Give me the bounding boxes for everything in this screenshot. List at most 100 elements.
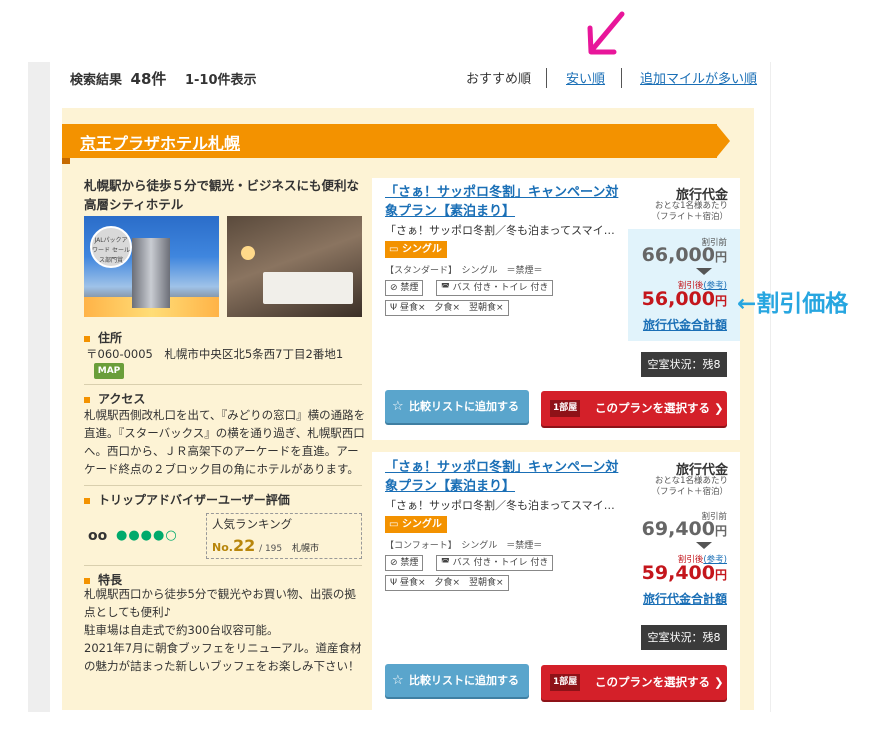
- amenity-label: バス 付き・トイレ 付き: [452, 558, 549, 568]
- hotel-band-tip: [716, 124, 730, 158]
- room-meta: 【コンフォート】 シングル ＝禁煙＝: [385, 541, 543, 551]
- access-title: アクセス: [84, 390, 145, 407]
- select-plan-button[interactable]: 1部屋 このプランを選択する ❯: [541, 391, 727, 426]
- vacancy-status: 空室状況：残8: [641, 352, 727, 377]
- ranking-prefix: No.: [212, 541, 233, 554]
- ranking-number: No.22 / 195 札幌市: [212, 536, 319, 555]
- hotel-tagline: 札幌駅から徒歩５分で観光・ビジネスにも便利な高層シティホテル: [84, 178, 360, 212]
- sort-divider: [621, 68, 622, 88]
- rooms-badge: 1部屋: [550, 674, 581, 691]
- select-plan-button[interactable]: 1部屋 このプランを選択する ❯: [541, 665, 727, 700]
- before-price-value: 66,000: [641, 244, 715, 266]
- meals-label: 昼食× 夕食× 翌朝食×: [399, 303, 504, 313]
- tripadvisor-title: トリップアドバイザーユーザー評価: [84, 491, 290, 508]
- price-sub-2: （フライト＋宿泊）: [651, 212, 728, 222]
- amenity-no-smoking: ⊘ 禁煙: [385, 555, 424, 571]
- price-sub-2: （フライト＋宿泊）: [651, 487, 728, 497]
- yen-unit: 円: [714, 250, 727, 264]
- amenity-meals: Ψ 昼食× 夕食× 翌朝食×: [385, 300, 509, 316]
- hotel-room-photo[interactable]: [227, 216, 362, 317]
- meal-icon: Ψ: [390, 578, 400, 588]
- total-price-link[interactable]: 旅行代金合計額: [628, 316, 727, 333]
- before-price-value: 69,400: [641, 518, 715, 540]
- hotel-features: 札幌駅西口から徒歩5分で観光やお買い物、出張の拠点としても便利♪ 駐車場は自走式…: [84, 585, 366, 675]
- hotel-address: 〒060-0005 札幌市中央区北5条西7丁目2番地1: [86, 347, 344, 361]
- hotel-name-link[interactable]: 京王プラザホテル札幌: [80, 130, 240, 154]
- sort-cheapest-link[interactable]: 安い順: [566, 68, 605, 87]
- add-to-compare-button[interactable]: ☆ 比較リストに追加する: [385, 664, 529, 697]
- ranking-city: 札幌市: [291, 544, 319, 554]
- rooms-badge: 1部屋: [550, 400, 581, 417]
- vacancy-status: 空室状況：残8: [641, 625, 727, 650]
- select-button-label: このプランを選択する: [595, 675, 710, 689]
- results-summary: 検索結果 48件 1-10件表示: [70, 68, 257, 89]
- divider: [84, 565, 362, 566]
- bed-icon: ▭: [389, 244, 402, 255]
- amenity-label: 禁煙: [400, 558, 419, 568]
- plan-title-link[interactable]: 「さぁ！サッポロ冬割」キャンペーン対象プラン【素泊まり】: [385, 183, 620, 221]
- photo-bed: [263, 272, 353, 304]
- chevron-right-icon: ❯: [714, 401, 724, 415]
- amenity-label: バス 付き・トイレ 付き: [452, 283, 549, 293]
- bath-icon: ◚: [441, 558, 453, 568]
- amenity-bath: ◚ バス 付き・トイレ 付き: [436, 280, 554, 296]
- plan-title-link[interactable]: 「さぁ！サッポロ冬割」キャンペーン対象プラン【素泊まり】: [385, 458, 620, 496]
- rating-bubbles: ●●●●○: [116, 528, 178, 543]
- sort-miles-link[interactable]: 追加マイルが多い順: [640, 68, 757, 87]
- no-smoking-icon: ⊘: [390, 283, 401, 293]
- yen-unit: 円: [714, 568, 727, 582]
- hotel-exterior-photo[interactable]: JALパックアワード セールス部門賞: [84, 216, 219, 317]
- address-title: 住所: [84, 329, 122, 346]
- meals-label: 昼食× 夕食× 翌朝食×: [399, 578, 504, 588]
- chevron-right-icon: ❯: [714, 675, 724, 689]
- no-smoking-icon: ⊘: [390, 558, 401, 568]
- star-icon: ☆: [392, 673, 404, 688]
- results-label: 検索結果: [70, 73, 123, 88]
- room-type-tag: ▭ シングル: [385, 241, 447, 258]
- results-count: 48件: [130, 70, 167, 88]
- sort-divider: [546, 68, 547, 88]
- award-badge: JALパックアワード セールス部門賞: [90, 226, 132, 268]
- feature-line: 2021年7月に朝食ブッフェをリニューアル。道産食材の魅力が詰まった新しいブッフ…: [84, 641, 362, 673]
- compare-button-label: 比較リストに追加する: [409, 400, 519, 413]
- yen-unit: 円: [714, 294, 727, 308]
- feature-line: 札幌駅西口から徒歩5分で観光やお買い物、出張の拠点としても便利♪: [84, 587, 356, 619]
- select-button-label: このプランを選択する: [595, 401, 710, 415]
- total-price-link[interactable]: 旅行代金合計額: [628, 590, 727, 607]
- ranking-value: 22: [232, 536, 256, 555]
- amenity-meals: Ψ 昼食× 夕食× 翌朝食×: [385, 575, 509, 591]
- after-price-value: 59,400: [641, 562, 715, 584]
- ranking-label: 人気ランキング: [212, 517, 293, 531]
- map-button[interactable]: MAP: [94, 363, 124, 379]
- bath-icon: ◚: [441, 283, 453, 293]
- add-to-compare-button[interactable]: ☆ 比較リストに追加する: [385, 390, 529, 423]
- down-arrow-icon: [696, 542, 712, 549]
- hotel-band-fold: [62, 158, 70, 164]
- pink-arrow-icon: [587, 11, 625, 55]
- photo-lamp: [241, 246, 255, 260]
- after-discount-price: 59,400円: [628, 562, 727, 584]
- hotel-access: 札幌駅西側改札口を出て、『みどりの窓口』横の通路を直進。『スターバックス』の横を…: [84, 408, 366, 476]
- after-discount-price: 56,000円: [628, 288, 727, 310]
- room-type-tag: ▭ シングル: [385, 516, 447, 533]
- before-discount-price: 69,400円: [628, 518, 727, 540]
- tripadvisor-logo-icon: oo: [88, 528, 108, 544]
- down-arrow-icon: [696, 268, 712, 275]
- plan-description: 「さぁ！サッポロ冬割／冬も泊まってスマイル」: [385, 499, 615, 512]
- room-type-label: シングル: [401, 519, 442, 530]
- meal-icon: Ψ: [390, 303, 400, 313]
- ranking-total: / 195: [259, 544, 283, 554]
- plan-description: 「さぁ！サッポロ冬割／冬も泊まってスマイル」: [385, 224, 615, 237]
- divider: [84, 384, 362, 385]
- sort-recommended[interactable]: おすすめ順: [466, 68, 531, 87]
- feature-line: 駐車場は自走式で約300台収容可能。: [84, 623, 279, 637]
- amenity-label: 禁煙: [400, 283, 419, 293]
- room-meta: 【スタンダード】 シングル ＝禁煙＝: [385, 266, 543, 276]
- amenity-bath: ◚ バス 付き・トイレ 付き: [436, 555, 554, 571]
- photo-tower: [132, 238, 170, 308]
- amenity-no-smoking: ⊘ 禁煙: [385, 280, 424, 296]
- room-type-label: シングル: [401, 244, 442, 255]
- yen-unit: 円: [714, 524, 727, 538]
- bed-icon: ▭: [389, 519, 402, 530]
- before-discount-price: 66,000円: [628, 244, 727, 266]
